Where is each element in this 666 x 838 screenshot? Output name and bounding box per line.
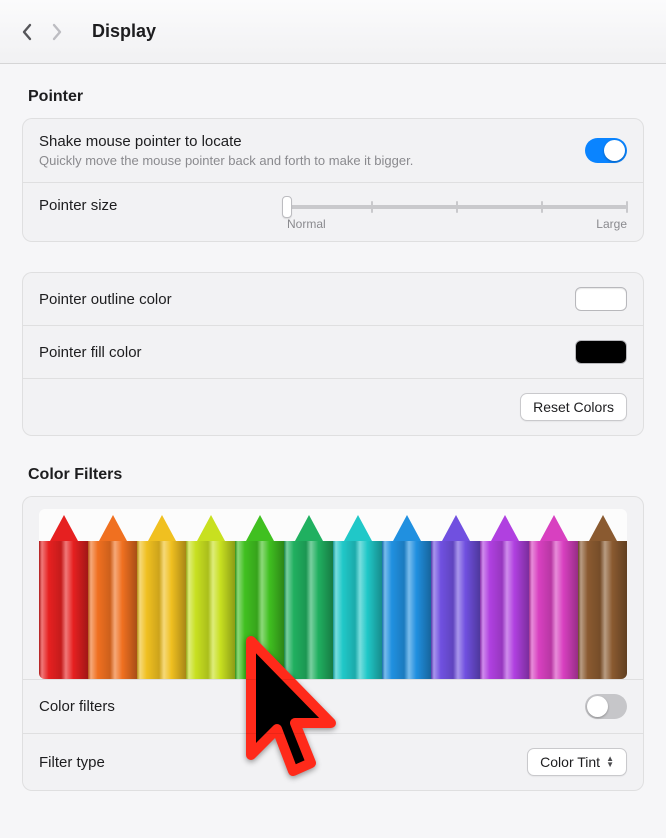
fill-color-swatch[interactable] [575,340,627,364]
back-button[interactable] [12,17,42,47]
page-title: Display [92,21,156,42]
shake-label: Shake mouse pointer to locate [39,133,585,150]
slider-min-label: Normal [287,217,326,231]
color-filters-preview [23,497,643,679]
shake-sublabel: Quickly move the mouse pointer back and … [39,153,585,168]
pencil-icon [235,509,284,679]
pencil-icon [186,509,235,679]
outline-color-swatch[interactable] [575,287,627,311]
pointer-size-label: Pointer size [39,197,287,214]
outline-color-row: Pointer outline color [23,273,643,325]
popup-stepper-icon: ▲▼ [606,756,614,768]
pencil-icon [137,509,186,679]
forward-button[interactable] [42,17,72,47]
pencil-icon [529,509,578,679]
pencil-icon [88,509,137,679]
color-filters-toggle[interactable] [585,694,627,719]
pencil-icon [39,509,88,679]
fill-color-label: Pointer fill color [39,344,575,361]
color-filters-enable-row: Color filters [23,679,643,733]
filter-type-popup[interactable]: Color Tint ▲▼ [527,748,627,776]
window-header: Display [0,0,666,64]
color-filters-enable-label: Color filters [39,698,585,715]
shake-label-block: Shake mouse pointer to locate Quickly mo… [39,133,585,168]
reset-colors-button[interactable]: Reset Colors [520,393,627,421]
pointer-size-slider[interactable]: Normal Large [287,197,627,231]
slider-max-label: Large [596,217,627,231]
pointer-size-row: Pointer size Normal Large [23,182,643,241]
pencil-icon [480,509,529,679]
filter-type-label: Filter type [39,754,527,771]
color-filters-group: Color filters Filter type Color Tint ▲▼ [22,496,644,791]
pencil-icon [284,509,333,679]
color-filters-section-title: Color Filters [28,466,644,484]
pencil-icon [431,509,480,679]
pointer-group-2: Pointer outline color Pointer fill color… [22,272,644,436]
pointer-group-1: Shake mouse pointer to locate Quickly mo… [22,118,644,242]
pencil-icon [333,509,382,679]
fill-color-row: Pointer fill color [23,325,643,378]
filter-type-row: Filter type Color Tint ▲▼ [23,733,643,790]
shake-row: Shake mouse pointer to locate Quickly mo… [23,119,643,182]
pencil-icon [382,509,431,679]
pencil-icon [578,509,627,679]
outline-color-label: Pointer outline color [39,291,575,308]
pointer-section-title: Pointer [28,88,644,106]
shake-toggle[interactable] [585,138,627,163]
reset-colors-row: Reset Colors [23,378,643,435]
